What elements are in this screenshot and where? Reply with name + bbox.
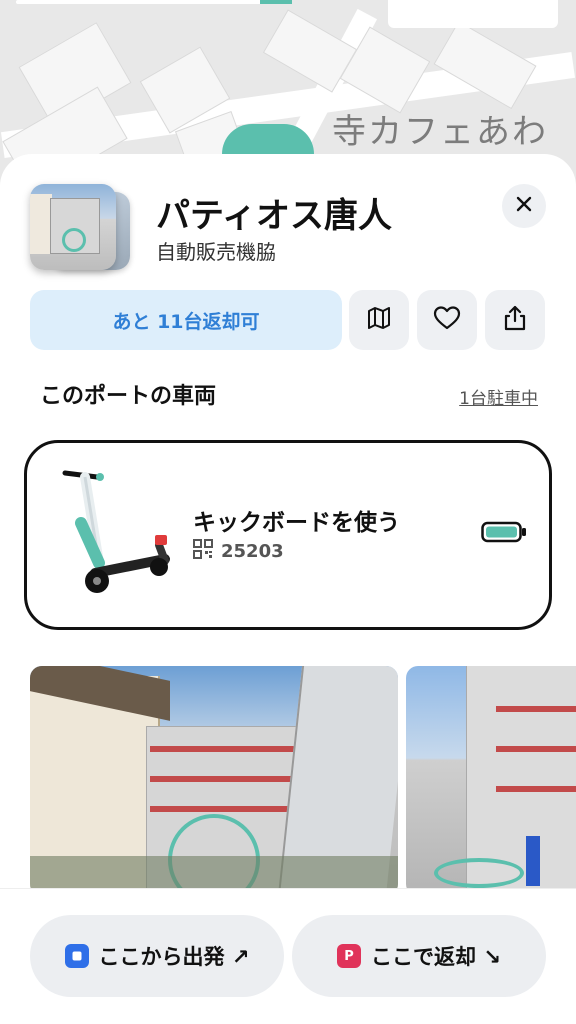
bottom-action-bar: ここから出発 ↗ P ここで返却 ↘ (0, 888, 576, 1024)
map-top-strip (0, 0, 576, 30)
depart-badge-icon (64, 944, 89, 968)
use-scooter-label: キックボードを使う (193, 510, 400, 536)
battery-fill (486, 526, 517, 538)
close-icon (515, 195, 533, 217)
parked-count-link[interactable]: 1台駐車中 (459, 384, 538, 409)
port-photo-thumbnail[interactable] (30, 184, 134, 274)
return-here-button[interactable]: P ここで返却 ↘ (292, 915, 546, 997)
port-sublabel: 自動販売機脇 (156, 240, 276, 264)
vehicle-id-row: 25203 (193, 539, 284, 563)
share-icon (502, 304, 528, 336)
map-building (433, 20, 537, 110)
vehicle-card[interactable]: キックボードを使う 25203 (24, 440, 552, 630)
vehicles-section-title: このポートの車両 (40, 384, 217, 409)
scooter-image (62, 470, 170, 593)
parking-badge-icon: P (337, 944, 362, 968)
depart-from-here-button[interactable]: ここから出発 ↗ (30, 915, 284, 997)
vehicle-id: 25203 (221, 540, 284, 562)
map-button[interactable] (349, 290, 409, 350)
depart-label: ここから出発 ↗ (98, 945, 250, 969)
close-button[interactable] (502, 184, 546, 228)
map-icon (366, 305, 392, 335)
port-photos-carousel[interactable] (30, 666, 576, 896)
map-place-label: 寺カフェあわ (332, 112, 548, 152)
share-button[interactable] (485, 290, 545, 350)
return-label: ここで返却 ↘ (371, 945, 501, 969)
port-name: パティオス唐人 (156, 196, 392, 236)
port-photo[interactable] (30, 666, 398, 896)
return-capacity-badge: あと 11台返却可 (30, 290, 342, 350)
port-photo[interactable] (406, 666, 576, 896)
battery-icon (481, 521, 527, 547)
favorite-button[interactable] (417, 290, 477, 350)
qr-code-icon (193, 539, 213, 563)
heart-icon (433, 305, 461, 335)
